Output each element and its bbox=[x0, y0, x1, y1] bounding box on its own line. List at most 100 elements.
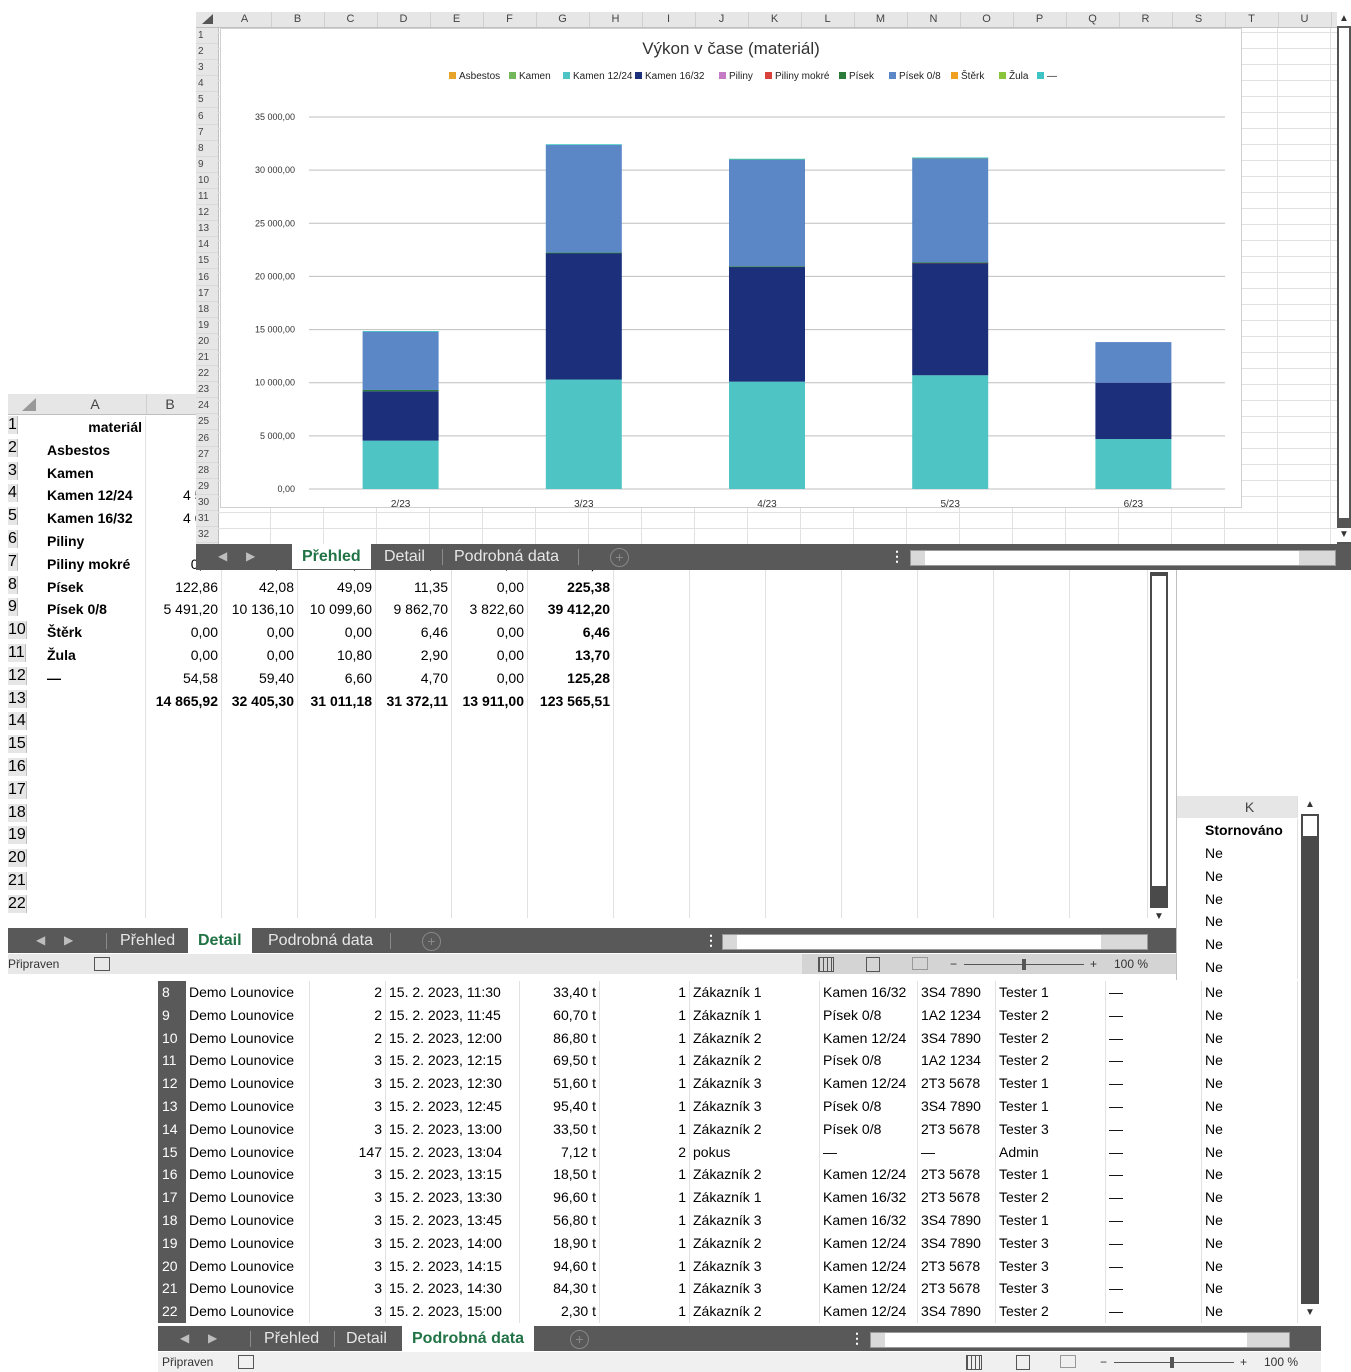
cell[interactable]: Ne bbox=[1202, 1300, 1298, 1324]
cell[interactable] bbox=[222, 780, 298, 804]
cell[interactable]: Zákazník 2 bbox=[690, 1117, 820, 1141]
row-header[interactable]: 32 bbox=[196, 527, 218, 544]
cell[interactable]: Zákazník 1 bbox=[690, 981, 820, 1004]
cell[interactable]: Kamen 16/32 bbox=[820, 1186, 918, 1210]
cell[interactable]: 15. 2. 2023, 13:15 bbox=[386, 1163, 520, 1187]
scroll-down-icon[interactable]: ▼ bbox=[1301, 1304, 1319, 1322]
cell[interactable] bbox=[298, 894, 376, 918]
cell[interactable] bbox=[222, 894, 298, 918]
cell[interactable] bbox=[614, 598, 690, 622]
page-break-icon[interactable] bbox=[912, 957, 928, 970]
cell[interactable]: Zákazník 2 bbox=[690, 1163, 820, 1187]
cell[interactable] bbox=[918, 666, 994, 690]
cell[interactable]: Písek 0/8 bbox=[820, 1049, 918, 1073]
cell[interactable]: 60,70 t bbox=[520, 1003, 600, 1027]
row-header[interactable]: 29 bbox=[196, 479, 218, 495]
cell[interactable]: Kamen 16/32 bbox=[44, 507, 146, 531]
cell[interactable] bbox=[918, 689, 994, 713]
cell[interactable] bbox=[994, 621, 1070, 645]
cell[interactable]: 9 862,70 bbox=[376, 598, 452, 622]
page-layout-icon[interactable] bbox=[866, 957, 880, 972]
cell[interactable]: 2T3 5678 bbox=[918, 1117, 996, 1141]
bar-segment[interactable] bbox=[912, 262, 989, 264]
cell[interactable]: 1 bbox=[600, 1026, 690, 1050]
cell[interactable] bbox=[614, 644, 690, 667]
cell[interactable]: 2T3 5678 bbox=[918, 1186, 996, 1210]
cell[interactable]: 0,00 bbox=[452, 666, 528, 690]
cell[interactable]: Kamen 12/24 bbox=[820, 1026, 918, 1050]
row-header[interactable]: 15 bbox=[158, 1140, 186, 1164]
cell[interactable]: 15. 2. 2023, 11:45 bbox=[386, 1003, 520, 1027]
cell[interactable]: Demo Lounovice bbox=[186, 1231, 310, 1255]
cell[interactable]: Ne bbox=[1202, 1209, 1298, 1232]
cell[interactable]: Tester 3 bbox=[996, 1231, 1106, 1255]
cell[interactable]: Žula bbox=[44, 644, 146, 667]
cell[interactable]: 6,60 bbox=[298, 666, 376, 690]
cell[interactable] bbox=[842, 849, 918, 873]
cell[interactable] bbox=[994, 575, 1070, 599]
cell[interactable]: Kamen 12/24 bbox=[44, 484, 146, 508]
cell[interactable]: Ne bbox=[1202, 887, 1298, 911]
row-header[interactable]: 18 bbox=[196, 302, 218, 318]
cell[interactable] bbox=[44, 758, 146, 781]
cell[interactable]: 56,80 t bbox=[520, 1209, 600, 1232]
cell[interactable]: 11,35 bbox=[376, 575, 452, 599]
tab-split-icon[interactable]: ⋮ bbox=[890, 544, 904, 569]
row-header[interactable]: 27 bbox=[196, 447, 218, 463]
cell[interactable]: — bbox=[44, 666, 146, 690]
cell[interactable] bbox=[614, 575, 690, 599]
bar-segment[interactable] bbox=[545, 253, 622, 380]
bar-segment[interactable] bbox=[362, 331, 439, 390]
cell[interactable] bbox=[690, 621, 766, 645]
cell[interactable]: 3 bbox=[310, 1277, 386, 1301]
cell[interactable] bbox=[842, 872, 918, 895]
cell[interactable]: Kamen bbox=[44, 461, 146, 485]
cell[interactable]: 0,00 bbox=[452, 621, 528, 645]
cell[interactable] bbox=[222, 872, 298, 895]
row-header[interactable]: 7 bbox=[196, 125, 218, 141]
bar-segment[interactable] bbox=[362, 391, 439, 441]
cell[interactable]: 1 bbox=[600, 1117, 690, 1141]
cell[interactable]: Demo Lounovice bbox=[186, 1277, 310, 1301]
cell[interactable]: Kamen 12/24 bbox=[820, 1277, 918, 1301]
cell[interactable]: 3S4 7890 bbox=[918, 1026, 996, 1050]
row-header[interactable]: 1 bbox=[196, 28, 218, 44]
cell[interactable]: Admin bbox=[996, 1140, 1106, 1164]
cell[interactable] bbox=[528, 780, 614, 804]
cell[interactable]: 2 bbox=[600, 1140, 690, 1164]
column-header-e[interactable]: E bbox=[430, 12, 484, 27]
cell[interactable]: 3 bbox=[310, 1072, 386, 1096]
cell[interactable]: 54,58 bbox=[146, 666, 222, 690]
cell[interactable] bbox=[842, 758, 918, 781]
cell[interactable] bbox=[690, 575, 766, 599]
cell[interactable] bbox=[766, 621, 842, 645]
row-header[interactable]: 21 bbox=[8, 872, 27, 890]
cell[interactable] bbox=[528, 758, 614, 781]
cell[interactable]: 2,90 bbox=[376, 644, 452, 667]
cell[interactable]: 3S4 7890 bbox=[918, 1300, 996, 1324]
cell[interactable]: 1 bbox=[600, 1095, 690, 1118]
cell[interactable] bbox=[690, 872, 766, 895]
bar-segment[interactable] bbox=[729, 158, 805, 160]
cell[interactable]: Tester 3 bbox=[996, 1254, 1106, 1278]
tab-podrobna-data[interactable]: Podrobná data bbox=[258, 928, 383, 953]
cell[interactable]: Zákazník 2 bbox=[690, 1026, 820, 1050]
cell[interactable] bbox=[918, 803, 994, 827]
row-header[interactable]: 14 bbox=[158, 1117, 186, 1141]
chart-area[interactable]: Výkon v čase (materiál) Asbestos Kamen Kam… bbox=[220, 28, 1242, 508]
cell[interactable] bbox=[994, 780, 1070, 804]
cell[interactable] bbox=[994, 666, 1070, 690]
cell[interactable] bbox=[452, 803, 528, 827]
cell[interactable]: Písek 0/8 bbox=[820, 1003, 918, 1027]
cell[interactable] bbox=[842, 644, 918, 667]
column-header-h[interactable]: H bbox=[589, 12, 643, 27]
cell[interactable] bbox=[690, 826, 766, 850]
prehled-horizontal-scrollbar[interactable] bbox=[910, 550, 1336, 566]
cell[interactable]: Ne bbox=[1202, 1231, 1298, 1255]
cell[interactable] bbox=[918, 758, 994, 781]
cell[interactable] bbox=[1070, 894, 1148, 918]
cell[interactable] bbox=[766, 598, 842, 622]
cell[interactable]: Ne bbox=[1202, 1072, 1298, 1096]
cell[interactable]: 0,00 bbox=[146, 621, 222, 645]
cell[interactable]: 3S4 7890 bbox=[918, 1231, 996, 1255]
